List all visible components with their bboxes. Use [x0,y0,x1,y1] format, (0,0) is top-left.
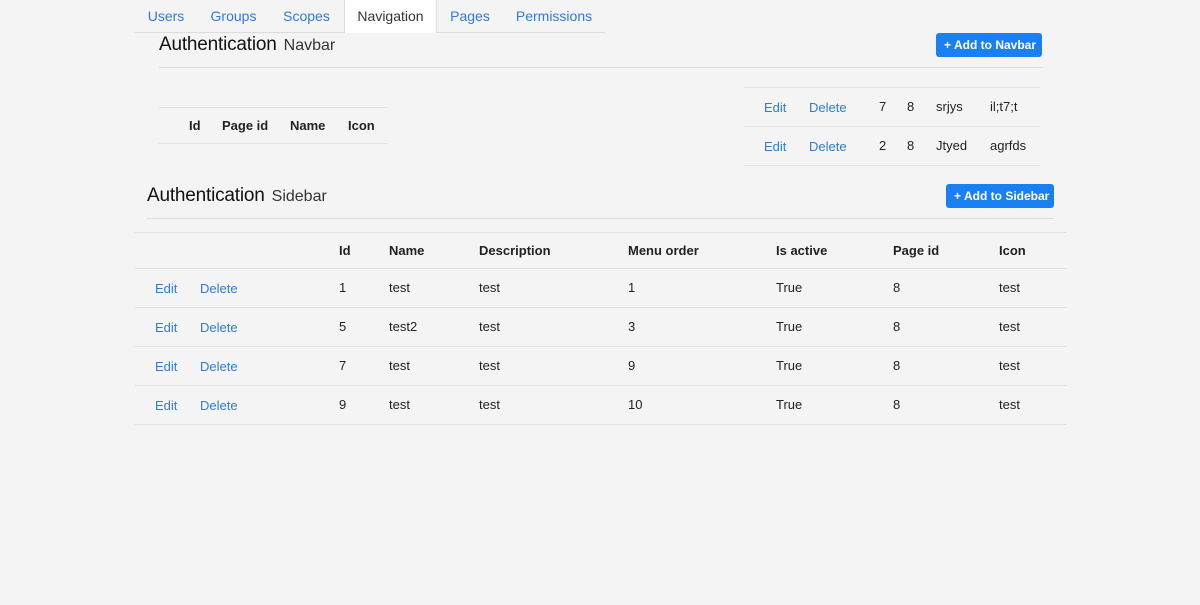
tab-bar: Users Groups Scopes Navigation Pages Per… [135,0,605,33]
tab-label: Scopes [283,8,330,24]
cell-icon: test [999,319,1020,334]
delete-link[interactable]: Delete [809,100,847,115]
cell-name: test [389,280,410,295]
sidebar-section-title: Authentication Sidebar [147,185,327,207]
navbar-subtitle: Navbar [283,37,336,54]
edit-link[interactable]: Edit [155,359,177,374]
tab-label: Pages [450,8,490,24]
navbar-section-title: Authentication Navbar [159,34,335,56]
add-to-sidebar-label: Add to Sidebar [964,189,1050,203]
navbar-table-body: Edit Delete 7 8 srjys il;t7;t Edit Delet… [744,87,1040,166]
add-to-navbar-button[interactable]: + Add to Navbar [936,33,1042,57]
cell-page-id: 8 [893,358,901,373]
column-header-id: Id [339,243,351,258]
tab-label: Users [147,8,185,24]
cell-id: 2 [879,138,887,153]
tab-navigation[interactable]: Navigation [344,0,437,33]
cell-id: 7 [339,358,347,373]
cell-is-active: True [776,319,803,334]
delete-link[interactable]: Delete [200,320,238,335]
tab-label: Groups [210,8,257,24]
cell-page-id: 8 [893,319,901,334]
column-header-name: Name [290,118,326,133]
navbar-title: Authentication [159,34,277,55]
cell-description: test [479,280,500,295]
add-to-navbar-label: Add to Navbar [954,38,1037,52]
cell-is-active: True [776,280,803,295]
table-row: Edit Delete 7 test test 9 True 8 test [135,347,1067,386]
sidebar-table-header: Id Name Description Menu order Is active… [135,233,1067,269]
cell-name: test [389,358,410,373]
cell-description: test [479,358,500,373]
column-header-description: Description [479,243,551,258]
tab-label: Navigation [357,8,424,24]
cell-name: test [389,397,410,412]
cell-description: test [479,397,500,412]
column-header-icon: Icon [999,243,1026,258]
cell-icon: agrfds [990,138,1027,153]
cell-name: Jtyed [936,138,968,153]
column-header-is-active: Is active [776,243,828,258]
tab-scopes[interactable]: Scopes [270,0,343,32]
cell-id: 5 [339,319,347,334]
cell-icon: test [999,358,1020,373]
table-row: Edit Delete 7 8 srjys il;t7;t [744,88,1040,127]
cell-icon: test [999,397,1020,412]
cell-id: 7 [879,99,887,114]
edit-link[interactable]: Edit [764,100,786,115]
delete-link[interactable]: Delete [200,359,238,374]
cell-menu-order: 10 [628,397,643,412]
table-row: Edit Delete 2 8 Jtyed agrfds [744,127,1040,166]
cell-is-active: True [776,358,803,373]
column-header-page-id: Page id [893,243,940,258]
tab-users[interactable]: Users [135,0,197,32]
plus-icon: + [944,38,952,52]
cell-name: test2 [389,319,418,334]
delete-link[interactable]: Delete [200,281,238,296]
cell-icon: test [999,280,1020,295]
cell-icon: il;t7;t [990,99,1018,114]
edit-link[interactable]: Edit [764,139,786,154]
table-row: Edit Delete 5 test2 test 3 True 8 test [135,308,1067,347]
navbar-table-header: Id Page id Name Icon [159,107,388,144]
sidebar-subtitle: Sidebar [271,188,327,205]
cell-menu-order: 3 [628,319,636,334]
cell-menu-order: 9 [628,358,636,373]
cell-menu-order: 1 [628,280,636,295]
column-header-icon: Icon [348,118,375,133]
sidebar-title: Authentication [147,185,265,206]
sidebar-divider [147,218,1054,219]
plus-icon: + [954,189,962,203]
cell-page-id: 8 [893,280,901,295]
cell-is-active: True [776,397,803,412]
cell-page-id: 8 [907,138,915,153]
add-to-sidebar-button[interactable]: + Add to Sidebar [946,184,1054,208]
edit-link[interactable]: Edit [155,320,177,335]
column-header-name: Name [389,243,425,258]
cell-name: srjys [936,99,963,114]
tab-permissions[interactable]: Permissions [503,0,605,32]
tab-label: Permissions [515,8,593,24]
cell-description: test [479,319,500,334]
table-row: Edit Delete 1 test test 1 True 8 test [135,269,1067,308]
column-header-id: Id [189,118,201,133]
sidebar-table: Id Name Description Menu order Is active… [135,232,1067,425]
cell-page-id: 8 [907,99,915,114]
tab-pages[interactable]: Pages [437,0,503,32]
column-header-menu-order: Menu order [628,243,699,258]
delete-link[interactable]: Delete [809,139,847,154]
edit-link[interactable]: Edit [155,281,177,296]
table-row: Edit Delete 9 test test 10 True 8 test [135,386,1067,425]
delete-link[interactable]: Delete [200,398,238,413]
column-header-page-id: Page id [222,118,269,133]
edit-link[interactable]: Edit [155,398,177,413]
cell-id: 9 [339,397,347,412]
cell-id: 1 [339,280,347,295]
tab-groups[interactable]: Groups [197,0,270,32]
cell-page-id: 8 [893,397,901,412]
navbar-divider [159,67,1042,68]
